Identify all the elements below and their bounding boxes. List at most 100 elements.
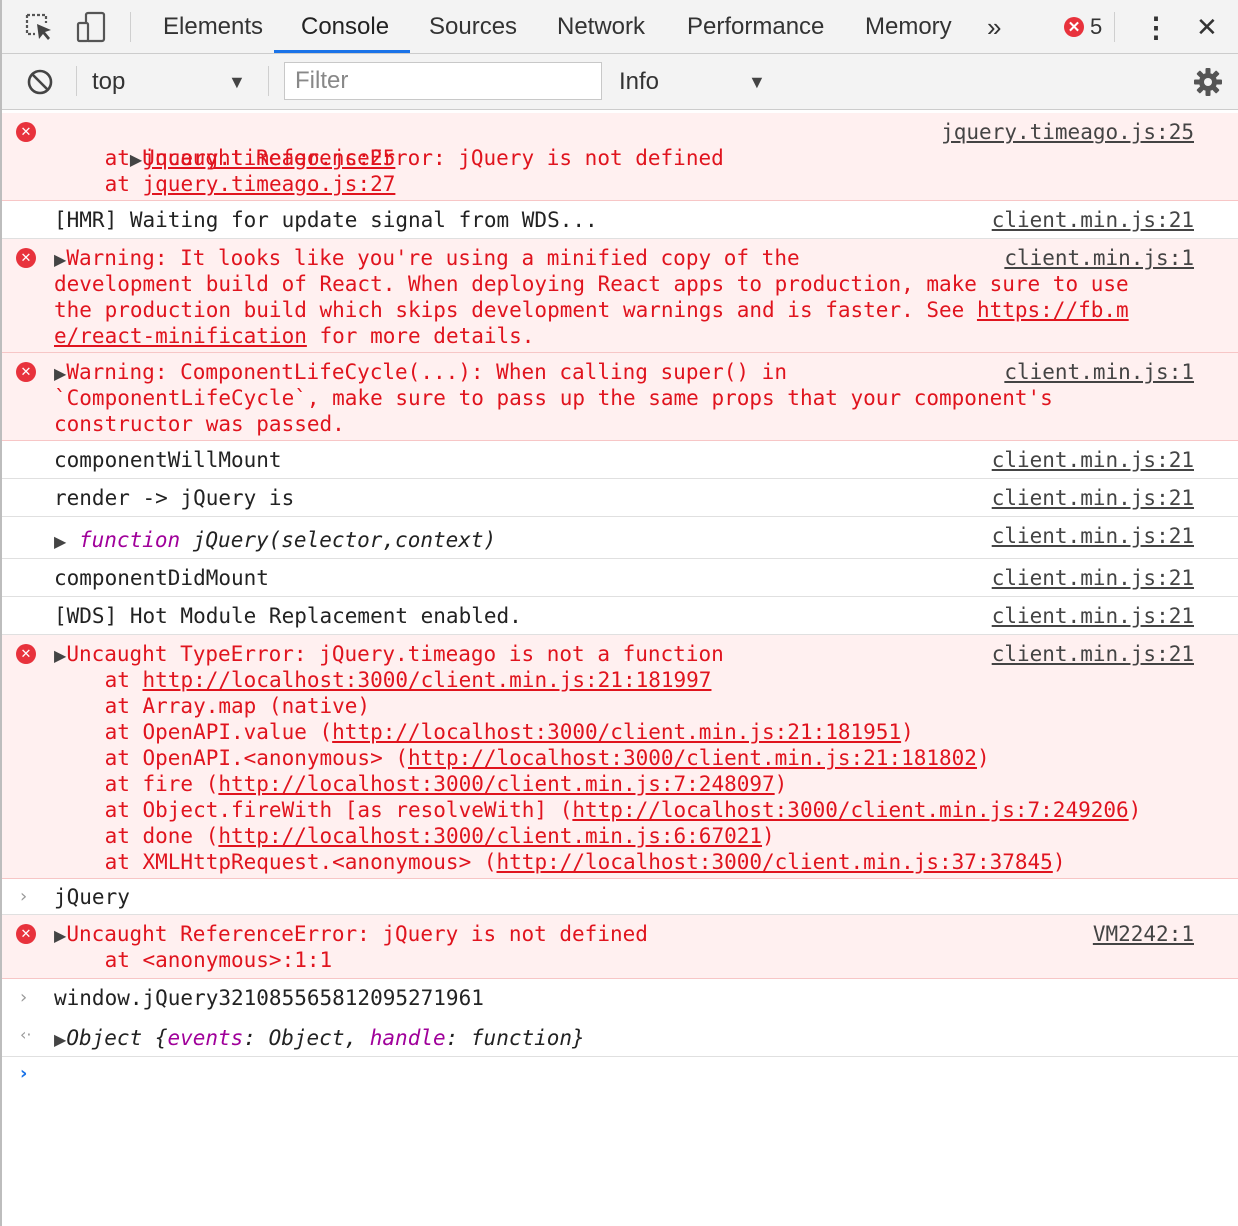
source-link[interactable]: client.min.js:1 <box>1004 245 1194 271</box>
stack-link[interactable]: jquery.timeago.js:27 <box>143 172 396 196</box>
filterbar-divider <box>268 66 269 96</box>
log-text: render -> jQuery is <box>54 486 295 510</box>
error-icon: ✕ <box>16 122 36 142</box>
source-link[interactable]: VM2242:1 <box>1093 921 1194 947</box>
console-log-message: render -> jQuery is client.min.js:21 <box>2 479 1238 517</box>
source-link[interactable]: client.min.js:21 <box>992 485 1194 511</box>
console-log-message: componentDidMount client.min.js:21 <box>2 559 1238 597</box>
log-text: componentWillMount <box>54 448 282 472</box>
console-log-message: [HMR] Waiting for update signal from WDS… <box>2 201 1238 239</box>
object-key: handle <box>369 1026 446 1050</box>
react-minification-link[interactable]: https://fb.m <box>977 298 1129 322</box>
react-minification-link[interactable]: e/react-minification <box>54 324 307 348</box>
source-link[interactable]: client.min.js:21 <box>992 641 1194 667</box>
context-value: top <box>92 68 126 95</box>
stack-prefix: at OpenAPI.<anonymous> ( <box>54 746 409 770</box>
stack-link[interactable]: http://localhost:3000/client.min.js:21:1… <box>143 668 712 692</box>
expand-triangle-icon[interactable]: ▶ <box>54 250 66 269</box>
tab-memory[interactable]: Memory <box>865 0 952 54</box>
toolbar-divider <box>130 12 131 42</box>
stack-link[interactable]: http://localhost:3000/client.min.js:21:1… <box>408 746 977 770</box>
input-text: jQuery <box>54 885 130 909</box>
stack-link[interactable]: jquery.timeago.js:25 <box>143 146 396 170</box>
function-keyword: function <box>78 528 181 552</box>
stack-link[interactable]: http://localhost:3000/client.min.js:7:24… <box>218 772 774 796</box>
object-key: events <box>167 1026 244 1050</box>
stack-suffix: ) <box>976 746 990 770</box>
error-text: development build of React. When deployi… <box>54 272 1129 296</box>
error-icon: ✕ <box>1064 17 1084 37</box>
stack-prefix: at done ( <box>54 824 219 848</box>
menu-kebab-icon[interactable]: ⋮ <box>1142 0 1170 54</box>
device-toolbar-icon[interactable] <box>76 0 108 54</box>
console-error-message: ✕ ▶Uncaught TypeError: jQuery.timeago is… <box>2 635 1238 879</box>
tab-elements[interactable]: Elements <box>163 0 263 54</box>
error-count: 5 <box>1090 14 1103 39</box>
inspect-element-icon[interactable] <box>24 0 54 54</box>
object-prefix: Object { <box>66 1026 168 1050</box>
close-icon[interactable]: ✕ <box>1196 0 1218 54</box>
settings-gear-icon[interactable] <box>1193 54 1223 110</box>
expand-triangle-icon[interactable]: ▶ <box>54 926 66 945</box>
object-value: : function} <box>445 1026 585 1050</box>
stack-prefix: at fire ( <box>54 772 219 796</box>
context-dropdown-icon[interactable]: ▼ <box>228 72 246 93</box>
console-input-echo: › jQuery <box>2 879 1238 915</box>
more-tabs-button[interactable]: » <box>987 0 1001 54</box>
active-tab-indicator <box>274 50 410 53</box>
log-text: [WDS] Hot Module Replacement enabled. <box>54 604 522 628</box>
source-link[interactable]: client.min.js:21 <box>992 207 1194 233</box>
source-link[interactable]: jquery.timeago.js:25 <box>941 119 1194 145</box>
tab-console[interactable]: Console <box>301 0 389 54</box>
filter-input[interactable] <box>284 62 602 100</box>
error-icon: ✕ <box>16 362 36 382</box>
source-link[interactable]: client.min.js:21 <box>992 603 1194 629</box>
source-link[interactable]: client.min.js:21 <box>992 523 1194 549</box>
source-link[interactable]: client.min.js:1 <box>1004 359 1194 385</box>
error-text: Uncaught TypeError: jQuery.timeago is no… <box>66 642 724 666</box>
expand-triangle-icon[interactable]: ▶ <box>54 646 66 665</box>
error-count-badge[interactable]: ✕ 5 <box>1064 0 1102 54</box>
console-error-message: ✕ ▶Uncaught ReferenceError: jQuery is no… <box>2 915 1238 979</box>
error-text: Uncaught ReferenceError: jQuery is not d… <box>66 922 648 946</box>
log-level-selector[interactable]: Info <box>619 54 659 110</box>
log-level-value: Info <box>619 68 660 95</box>
error-text: for more details. <box>306 324 535 348</box>
source-link[interactable]: client.min.js:21 <box>992 447 1194 473</box>
error-icon: ✕ <box>16 644 36 664</box>
expand-triangle-icon[interactable]: ▶ <box>54 1030 66 1049</box>
stack-line: at Array.map (native) <box>54 694 371 718</box>
context-selector[interactable]: top <box>92 54 125 110</box>
stack-prefix: at <box>54 146 143 170</box>
log-text: componentDidMount <box>54 566 269 590</box>
console-log-message: ▶ function jQuery(selector,context) clie… <box>2 517 1238 559</box>
error-text: the production build which skips develop… <box>54 298 977 322</box>
stack-link[interactable]: http://localhost:3000/client.min.js:21:1… <box>332 720 901 744</box>
filterbar-divider <box>76 66 77 96</box>
stack-link[interactable]: http://localhost:3000/client.min.js:6:67… <box>218 824 762 848</box>
source-link[interactable]: client.min.js:21 <box>992 565 1194 591</box>
devtools-tabbar: Elements Console Sources Network Perform… <box>2 0 1238 54</box>
error-icon: ✕ <box>16 248 36 268</box>
expand-triangle-icon[interactable]: ▶ <box>54 532 66 551</box>
result-arrow-icon: ‹· <box>20 1025 32 1044</box>
console-filterbar: top ▼ Info ▼ <box>2 54 1238 110</box>
input-text: window.jQuery321085565812095271961 <box>54 986 484 1010</box>
clear-console-icon[interactable] <box>26 54 54 110</box>
tab-network[interactable]: Network <box>557 0 645 54</box>
console-error-message: ✕ ▶Uncaught ReferenceError: jQuery is no… <box>2 113 1238 201</box>
log-text: [HMR] Waiting for update signal from WDS… <box>54 208 598 232</box>
tab-sources[interactable]: Sources <box>429 0 517 54</box>
console-log-message: [WDS] Hot Module Replacement enabled. cl… <box>2 597 1238 635</box>
tab-performance[interactable]: Performance <box>687 0 824 54</box>
console-input-echo: › window.jQuery321085565812095271961 <box>2 979 1238 1017</box>
stack-link[interactable]: http://localhost:3000/client.min.js:37:3… <box>497 850 1053 874</box>
expand-triangle-icon[interactable]: ▶ <box>54 364 66 383</box>
input-prompt-icon: › <box>20 886 28 907</box>
error-text: `ComponentLifeCycle`, make sure to pass … <box>54 386 1053 410</box>
stack-prefix: at XMLHttpRequest.<anonymous> ( <box>54 850 497 874</box>
log-level-dropdown-icon[interactable]: ▼ <box>748 72 766 93</box>
stack-link[interactable]: http://localhost:3000/client.min.js:7:24… <box>572 798 1128 822</box>
console-prompt[interactable]: › <box>2 1057 1238 1097</box>
stack-suffix: ) <box>774 772 788 796</box>
